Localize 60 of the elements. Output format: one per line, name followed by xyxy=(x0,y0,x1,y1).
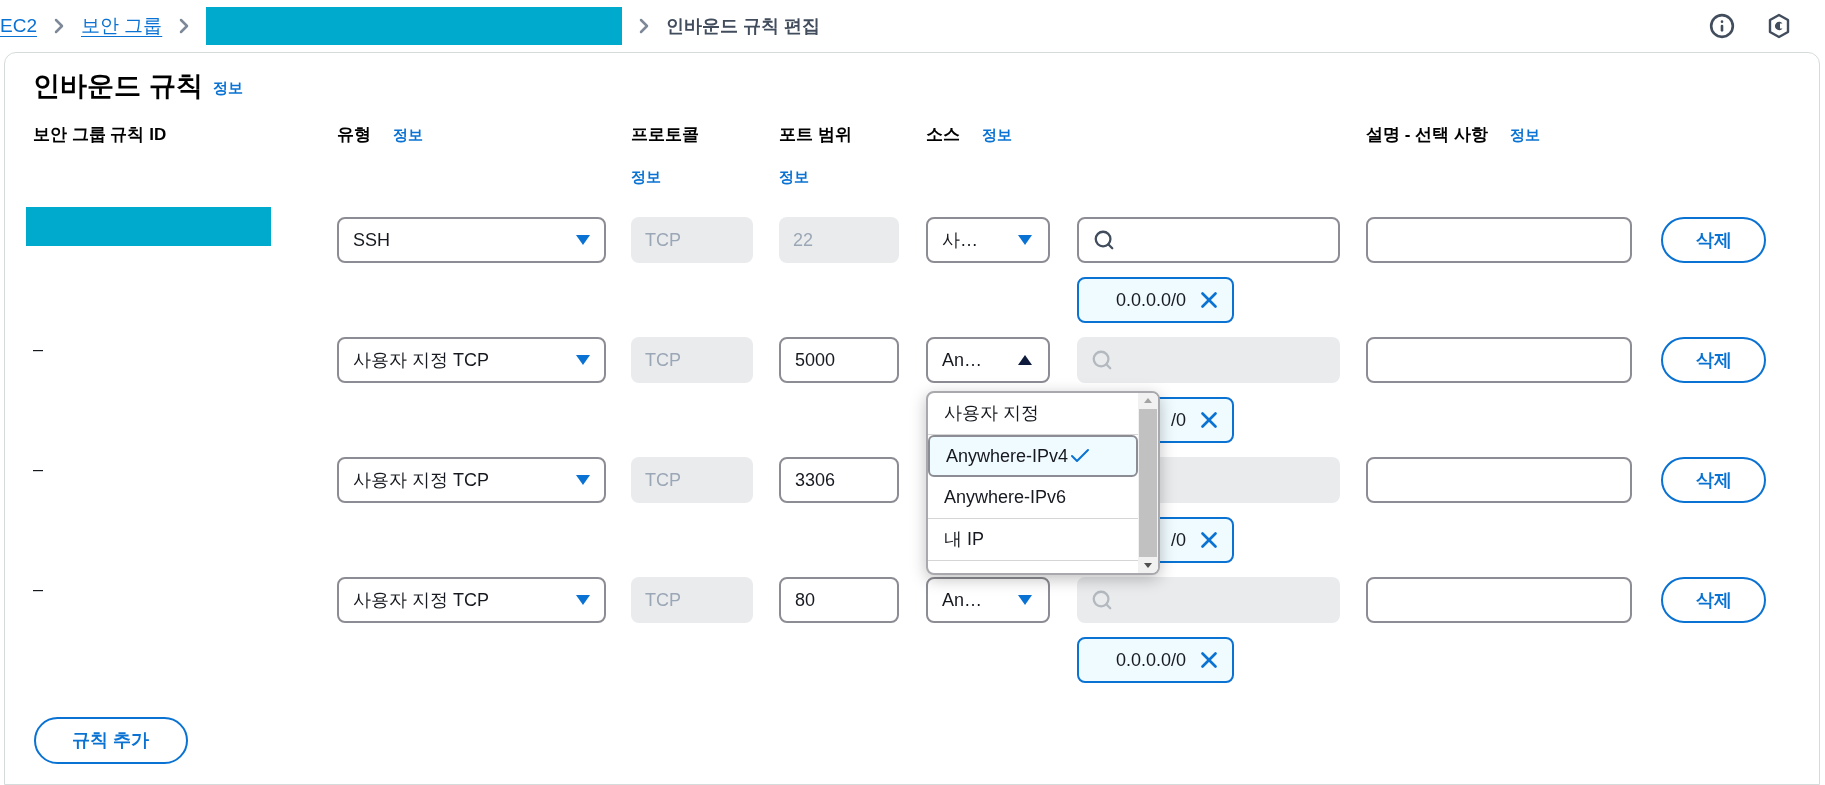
rule-id: – xyxy=(32,459,43,479)
dropdown-option[interactable]: Anywhere-IPv4 xyxy=(928,435,1138,477)
type-select[interactable]: 사용자 지정 TCP xyxy=(337,337,606,383)
info-link[interactable]: 정보 xyxy=(393,123,423,147)
search-icon xyxy=(1091,589,1113,611)
info-icon[interactable] xyxy=(1709,13,1735,39)
breadcrumb-link[interactable]: EC2 xyxy=(0,11,37,41)
caret-down-icon xyxy=(576,235,590,245)
scrollbar[interactable] xyxy=(1138,393,1158,573)
port-field[interactable]: 3306 xyxy=(779,457,899,503)
port-field[interactable]: 80 xyxy=(779,577,899,623)
caret-down-icon xyxy=(576,595,590,605)
info-link[interactable]: 정보 xyxy=(631,165,661,189)
caret-down-icon xyxy=(576,475,590,485)
breadcrumb-link[interactable]: 보안 그룹 xyxy=(80,11,163,41)
protocol-field: TCP xyxy=(631,457,753,503)
protocol-field: TCP xyxy=(631,577,753,623)
column-header: 유형 xyxy=(337,124,371,147)
type-select[interactable]: SSH xyxy=(337,217,606,263)
column-header: 설명 - 선택 사항 xyxy=(1366,124,1488,147)
info-link[interactable]: 정보 xyxy=(212,76,243,100)
caret-down-icon xyxy=(576,355,590,365)
rule-id: – xyxy=(32,579,43,599)
info-link[interactable]: 정보 xyxy=(1509,123,1540,147)
delete-button[interactable]: 삭제 xyxy=(1661,217,1766,263)
breadcrumb-current: 인바운드 규칙 편집 xyxy=(666,14,821,38)
description-field[interactable] xyxy=(1366,337,1632,383)
description-field[interactable] xyxy=(1366,457,1632,503)
caret-down-icon xyxy=(1018,235,1032,245)
search-field[interactable] xyxy=(1077,217,1340,263)
caret-up-icon xyxy=(1018,355,1032,365)
ip-chip: 0.0.0.0/0 xyxy=(1077,277,1234,323)
description-field[interactable] xyxy=(1366,577,1632,623)
hexagon-icon[interactable] xyxy=(1767,13,1791,39)
ip-chip: 0.0.0.0/0 xyxy=(1077,637,1234,683)
port-field[interactable]: 5000 xyxy=(779,337,899,383)
info-link[interactable]: 정보 xyxy=(982,123,1012,147)
delete-button[interactable]: 삭제 xyxy=(1661,577,1766,623)
search-icon xyxy=(1093,229,1115,251)
source-select[interactable]: An… xyxy=(926,577,1050,623)
scrollbar-thumb[interactable] xyxy=(1139,409,1157,557)
type-select[interactable]: 사용자 지정 TCP xyxy=(337,457,606,503)
search-icon xyxy=(1091,349,1113,371)
description-field[interactable] xyxy=(1366,217,1632,263)
type-select[interactable]: 사용자 지정 TCP xyxy=(337,577,606,623)
caret-down-icon xyxy=(1018,595,1032,605)
panel-title: 인바운드 규칙 xyxy=(33,69,203,103)
column-header: 프로토콜 xyxy=(631,124,699,147)
delete-button[interactable]: 삭제 xyxy=(1661,337,1766,383)
add-rule-button[interactable]: 규칙 추가 xyxy=(34,717,188,764)
source-select[interactable]: 사… xyxy=(926,217,1050,263)
protocol-field: TCP xyxy=(631,217,753,263)
info-link[interactable]: 정보 xyxy=(779,165,809,189)
protocol-field: TCP xyxy=(631,337,753,383)
column-header: 포트 범위 xyxy=(779,124,852,147)
column-header: 소스 xyxy=(926,124,960,147)
column-header: 보안 그룹 규칙 ID xyxy=(33,124,167,147)
delete-button[interactable]: 삭제 xyxy=(1661,457,1766,503)
source-select[interactable]: An… xyxy=(926,337,1050,383)
rule-id: – xyxy=(32,339,43,359)
